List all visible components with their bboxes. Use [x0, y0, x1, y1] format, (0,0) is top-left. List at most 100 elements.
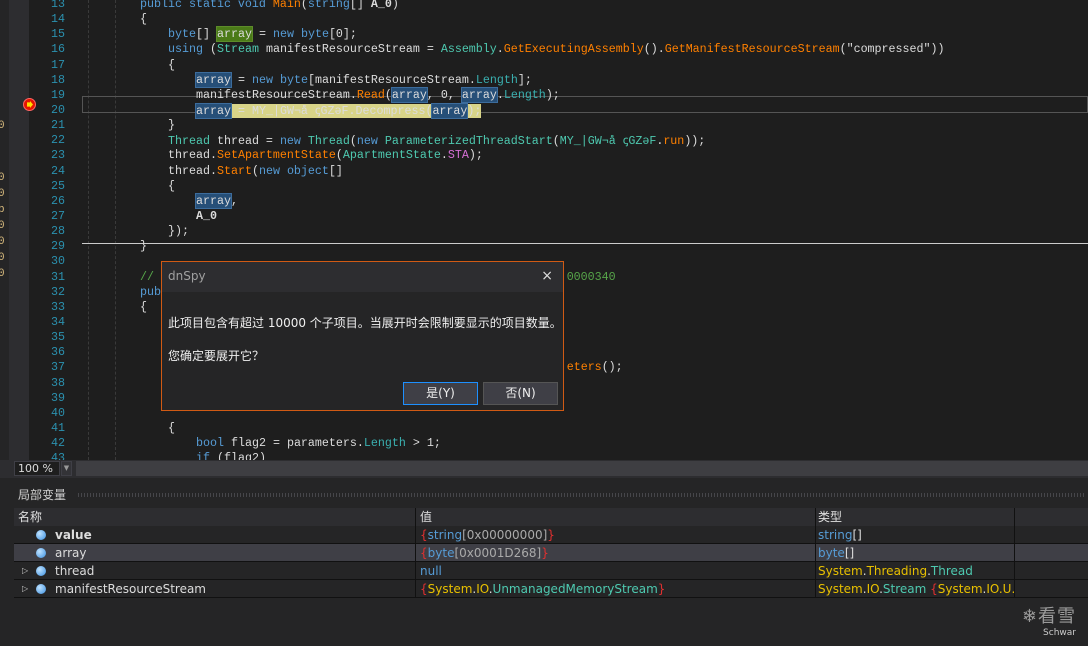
breakpoint-gutter[interactable] — [9, 0, 36, 460]
close-icon[interactable]: × — [541, 268, 553, 284]
highlighted-reference: array — [431, 102, 469, 119]
code-token: if — [196, 451, 217, 460]
code-token: (). — [643, 42, 665, 57]
local-variable-icon — [36, 548, 46, 558]
indent-guide — [115, 0, 116, 460]
value-token: string — [427, 528, 463, 542]
code-token: = — [251, 27, 273, 42]
value-token: IO — [986, 582, 999, 596]
expand-arrow-icon[interactable]: ▷ — [22, 580, 28, 598]
code-token: SetApartmentState — [216, 148, 336, 163]
locals-panel: 局部变量 名称 值 类型 value {string[0x00000000]} st… — [0, 478, 1088, 646]
variable-type: System.Threading.Thread — [816, 562, 1015, 579]
line-number: 14 — [51, 12, 65, 27]
code-line: { — [168, 58, 175, 72]
code-line: byte[] array = new byte[0]; — [168, 26, 357, 43]
code-line: } — [168, 118, 175, 132]
code-token: new — [258, 163, 287, 178]
no-button[interactable]: 否(N) — [483, 382, 558, 405]
code-line: { — [140, 12, 147, 26]
strip-char: 0 — [0, 120, 5, 132]
chevron-down-icon[interactable]: ▼ — [61, 461, 72, 476]
code-token: . — [496, 87, 504, 102]
highlighted-reference: array — [195, 102, 232, 119]
code-token: { — [140, 299, 147, 314]
code-token: Length — [503, 87, 546, 102]
value-token: string — [818, 528, 853, 542]
code-line: } — [140, 239, 147, 253]
line-number: 27 — [51, 208, 65, 223]
line-number: 40 — [51, 405, 65, 420]
variable-value: {System.IO.UnmanagedMemoryStream} — [416, 580, 816, 597]
code-token: , — [230, 193, 238, 208]
value-token: Thread — [930, 564, 973, 578]
code-line: Thread thread = new Thread(new Parameter… — [168, 133, 705, 148]
code-token: byte — [168, 27, 196, 42]
code-line: manifestResourceStream.Read(array, 0, ar… — [196, 86, 560, 103]
value-token: IO — [476, 582, 489, 596]
code-token: MY_|GW¬å ꞔGZəF — [559, 134, 657, 149]
code-line: using (Stream manifestResourceStream = A… — [168, 42, 945, 56]
table-row[interactable]: value {string[0x00000000]} string[] — [14, 526, 1088, 544]
value-token: System — [818, 564, 863, 578]
value-token: byte — [427, 546, 455, 560]
value-token: .U... — [998, 582, 1015, 596]
dnspy-dialog: dnSpy × 此项目包含有超过 10000 个子项目。当展开时会限制要显示的项… — [161, 261, 564, 411]
line-number: 32 — [51, 284, 65, 299]
strip-char: 0 — [0, 252, 5, 264]
line-number: 13 — [51, 0, 65, 11]
code-token: bool — [196, 436, 231, 451]
code-token: new — [356, 134, 385, 149]
table-row[interactable]: ▷ manifestResourceStream {System.IO.Unmana… — [14, 580, 1088, 598]
code-token: new — [251, 72, 280, 87]
highlighted-reference: array — [195, 192, 232, 209]
code-token: (); — [601, 360, 623, 375]
code-token: Assembly — [440, 42, 497, 57]
code-token: . — [496, 42, 504, 57]
code-token: ( — [384, 87, 392, 102]
value-token: System — [427, 582, 473, 596]
strip-char: 0 — [0, 220, 5, 232]
code-token: Start — [216, 163, 252, 178]
strip-char: 0 — [0, 172, 5, 184]
code-token: > 1; — [405, 436, 441, 451]
code-token: STA — [447, 148, 469, 163]
code-line: array = new byte[manifestResourceStream.… — [195, 71, 532, 88]
code-token: byte — [279, 72, 308, 87]
table-row[interactable]: ▷ thread null System.Threading.Thread — [14, 562, 1088, 580]
locals-table: 名称 值 类型 value {string[0x00000000]} string[… — [14, 508, 1088, 598]
line-number: 33 — [51, 299, 65, 314]
column-header-name[interactable]: 名称 — [14, 508, 416, 526]
value-token: Threading — [866, 564, 928, 578]
dialog-question: 您确定要展开它？ — [168, 349, 265, 363]
line-number: 20 — [51, 102, 65, 117]
code-token: ]; — [517, 72, 532, 87]
line-number: 39 — [51, 390, 65, 405]
table-row[interactable]: array {byte[0x0001D268]} byte[] — [14, 544, 1088, 562]
code-token: flag2 = parameters. — [230, 436, 364, 451]
value-token: Stream — [882, 582, 931, 596]
code-token: Thread — [307, 134, 350, 149]
line-number: 42 — [51, 436, 65, 451]
zoom-level-field[interactable]: 100 % — [14, 461, 60, 476]
code-token: [] — [349, 0, 371, 11]
method-separator — [82, 243, 1088, 244]
horizontal-scrollbar[interactable] — [76, 461, 1088, 476]
expand-arrow-icon[interactable]: ▷ — [22, 562, 28, 580]
variable-type: byte[] — [816, 544, 1015, 561]
code-token: ) — [391, 0, 399, 11]
line-number: 41 — [51, 420, 65, 435]
watermark-logo-text: 看雪 — [1038, 606, 1076, 627]
value-token: } — [541, 546, 549, 560]
line-number: 34 — [51, 314, 65, 329]
value-token: byte — [818, 546, 845, 560]
column-header-value[interactable]: 值 — [416, 508, 816, 526]
table-header: 名称 值 类型 — [14, 508, 1088, 526]
variable-name: manifestResourceStream — [55, 582, 206, 596]
line-number: 19 — [51, 87, 65, 102]
code-line: array = MY_|GW¬å ꞔGZəF.Decompress(array)… — [195, 102, 482, 119]
variable-type: string[] — [816, 526, 1015, 543]
yes-button[interactable]: 是(Y) — [403, 382, 478, 405]
column-header-type[interactable]: 类型 — [816, 508, 1015, 526]
code-token: [] — [328, 163, 343, 178]
